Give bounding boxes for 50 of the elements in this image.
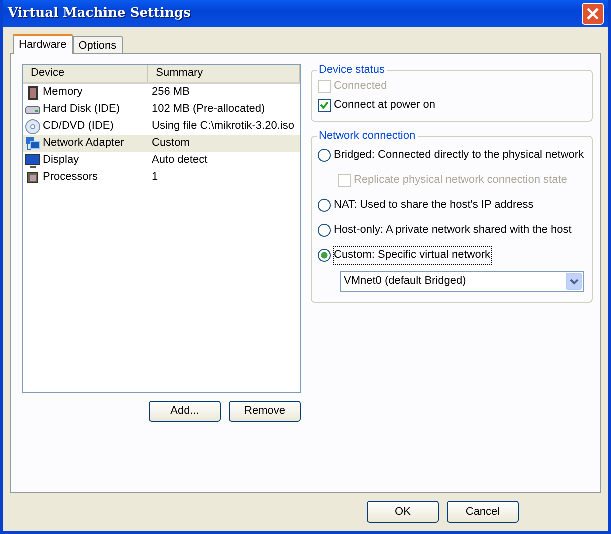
- radio-label: NAT: Used to share the host's IP address: [334, 198, 534, 214]
- device-row[interactable]: CD/DVD (IDE) Using file C:\mikrotik-3.20.iso: [23, 118, 300, 135]
- device-row[interactable]: Memory 256 MB: [23, 84, 300, 101]
- radio-button[interactable]: [318, 199, 331, 212]
- checkbox-label: Connect at power on: [334, 98, 436, 114]
- cd-icon: [25, 118, 41, 134]
- radio-label: Host-only: A private network shared with the host: [334, 223, 572, 238]
- network-dropdown[interactable]: VMnet0 (default Bridged): [340, 271, 584, 292]
- memory-icon: [25, 84, 41, 100]
- checkbox-label: Replicate physical network connection state: [354, 173, 568, 188]
- radio-label: Bridged: Connected directly to the physical network: [334, 148, 584, 164]
- tab[interactable]: Options: [72, 36, 123, 53]
- device-name: Memory: [43, 85, 83, 100]
- close-icon: [586, 6, 600, 20]
- column-header[interactable]: Summary: [148, 65, 300, 82]
- radio-label: Custom: Specific virtual network: [334, 247, 490, 264]
- device-button[interactable]: Remove: [229, 401, 301, 422]
- device-row[interactable]: Network Adapter Custom: [23, 135, 300, 152]
- processor-icon: [25, 170, 41, 186]
- device-summary: Auto detect: [151, 153, 208, 168]
- dropdown-value: VMnet0 (default Bridged): [344, 274, 466, 290]
- checkbox-label: Connected: [334, 79, 388, 94]
- device-summary: 102 MB (Pre-allocated): [151, 102, 266, 118]
- radio-button[interactable]: [318, 249, 331, 262]
- column-header[interactable]: Device: [23, 65, 148, 82]
- device-row[interactable]: Processors 1: [23, 169, 300, 186]
- device-row[interactable]: Display Auto detect: [23, 152, 300, 169]
- device-button[interactable]: Add...: [149, 401, 221, 422]
- device-summary: 256 MB: [151, 85, 190, 100]
- group-title: Device status: [318, 64, 386, 77]
- radio-button[interactable]: [318, 224, 331, 237]
- tab[interactable]: Hardware: [13, 34, 73, 54]
- checkbox[interactable]: [318, 99, 331, 112]
- device-name: Network Adapter: [43, 136, 124, 152]
- dialog-button[interactable]: OK: [367, 501, 439, 523]
- window-title: Virtual Machine Settings: [8, 4, 191, 23]
- network-icon: [25, 136, 41, 152]
- radio-button[interactable]: [318, 149, 331, 162]
- dialog-button[interactable]: Cancel: [447, 501, 519, 523]
- device-name: Hard Disk (IDE): [43, 102, 120, 118]
- group-title: Network connection: [318, 130, 417, 143]
- device-name: CD/DVD (IDE): [43, 119, 114, 134]
- device-name: Processors: [43, 170, 98, 186]
- close-button[interactable]: [582, 2, 604, 24]
- device-summary: 1: [151, 170, 158, 186]
- device-row[interactable]: Hard Disk (IDE) 102 MB (Pre-allocated): [23, 101, 300, 118]
- device-name: Display: [43, 153, 80, 168]
- device-summary: Custom: [151, 136, 190, 152]
- display-icon: [25, 152, 41, 168]
- device-summary: Using file C:\mikrotik-3.20.iso: [151, 119, 294, 134]
